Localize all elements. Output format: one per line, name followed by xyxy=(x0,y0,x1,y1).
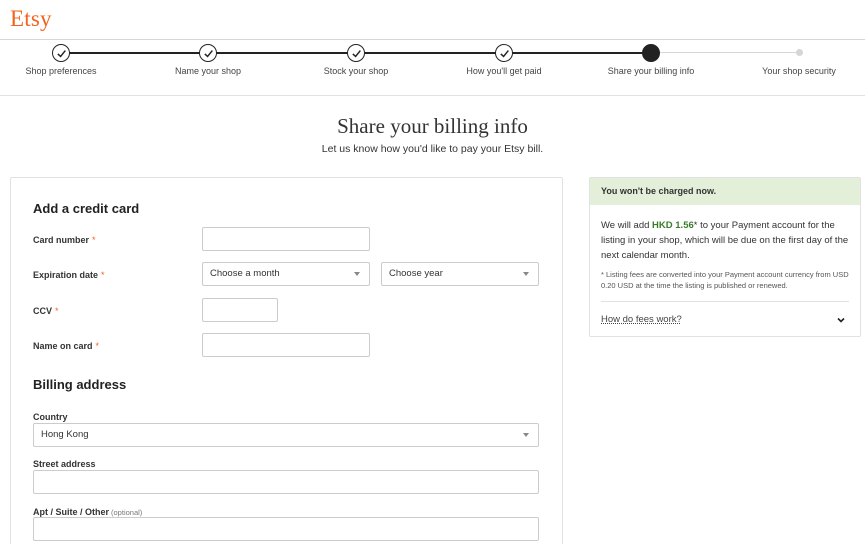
fee-amount: HKD 1.56 xyxy=(652,220,694,231)
step-2-check-icon xyxy=(199,44,217,62)
page-title: Share your billing info xyxy=(337,114,528,138)
charge-info-text: We will add HKD 1.56* to your Payment ac… xyxy=(601,220,849,261)
expiration-year-value: Choose year xyxy=(389,268,443,279)
step-label-get-paid: How you'll get paid xyxy=(466,66,542,76)
optional-tag: (optional) xyxy=(111,508,143,517)
expiration-date-label: Expiration date * xyxy=(33,270,105,280)
required-mark: * xyxy=(92,235,96,245)
step-label-name-your-shop: Name your shop xyxy=(174,66,242,76)
expiration-month-select[interactable]: Choose a month xyxy=(202,262,370,286)
step-5-current-icon xyxy=(642,44,660,62)
card-number-input[interactable] xyxy=(202,227,370,251)
country-value: Hong Kong xyxy=(41,429,89,440)
billing-form-card: Add a credit card Card number * Expiratio… xyxy=(10,177,563,544)
card-number-label: Card number * xyxy=(33,235,96,245)
apt-suite-input[interactable] xyxy=(33,517,539,541)
country-select[interactable]: Hong Kong xyxy=(33,423,539,447)
street-address-input[interactable] xyxy=(33,470,539,494)
step-label-shop-preferences: Shop preferences xyxy=(25,66,97,76)
required-mark: * xyxy=(55,306,59,316)
divider xyxy=(601,301,849,302)
caret-down-icon xyxy=(523,272,529,276)
name-on-card-input[interactable] xyxy=(202,333,370,357)
billing-address-section-title: Billing address xyxy=(33,377,127,392)
step-1-check-icon xyxy=(52,44,70,62)
step-4-check-icon xyxy=(495,44,513,62)
step-label-shop-security: Your shop security xyxy=(762,66,836,76)
name-on-card-label: Name on card * xyxy=(33,341,100,351)
page-subtitle: Let us know how you'd like to pay your E… xyxy=(321,143,544,155)
progress-stepper: Shop preferences Name your shop Stock yo… xyxy=(0,40,865,96)
currency-note: * Listing fees are converted into your P… xyxy=(601,270,849,290)
required-mark: * xyxy=(95,341,100,351)
step-label-stock-your-shop: Stock your shop xyxy=(323,66,389,76)
progress-line-remaining xyxy=(650,52,799,53)
how-fees-work-link[interactable]: How do fees work? xyxy=(601,314,682,325)
top-bar: Etsy xyxy=(0,0,865,40)
caret-down-icon xyxy=(354,272,360,276)
step-3-check-icon xyxy=(347,44,365,62)
caret-down-icon xyxy=(523,433,529,437)
country-label: Country xyxy=(33,412,68,422)
ccv-label: CCV * xyxy=(33,306,59,316)
expiration-month-value: Choose a month xyxy=(210,268,280,279)
step-6-pending-icon xyxy=(796,49,803,56)
etsy-logo[interactable]: Etsy xyxy=(10,6,52,32)
credit-card-section-title: Add a credit card xyxy=(33,201,140,216)
street-address-label: Street address xyxy=(33,459,96,469)
apt-suite-label: Apt / Suite / Other (optional) xyxy=(33,507,143,517)
ccv-input[interactable] xyxy=(202,298,278,322)
chevron-down-icon[interactable] xyxy=(835,314,847,326)
required-mark: * xyxy=(101,270,105,280)
expiration-year-select[interactable]: Choose year xyxy=(381,262,539,286)
step-label-billing-info: Share your billing info xyxy=(607,66,695,76)
charge-info-card: You won't be charged now. We will add HK… xyxy=(589,177,861,337)
not-charged-banner: You won't be charged now. xyxy=(590,178,860,205)
